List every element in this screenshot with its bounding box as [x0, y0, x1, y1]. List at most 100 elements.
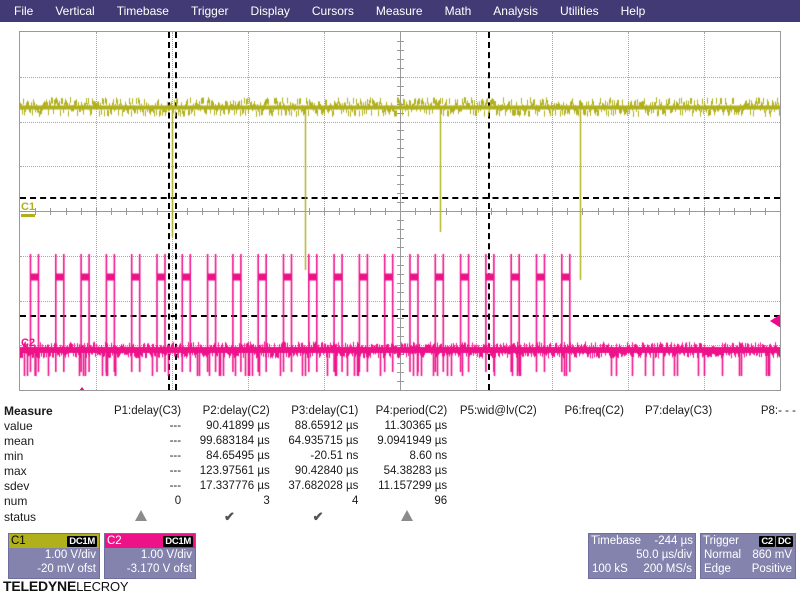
measurement-row-label: status	[0, 509, 97, 526]
measurement-row-label: sdev	[0, 479, 97, 494]
measurement-column-header-p7[interactable]: P7:delay(C3)	[628, 404, 716, 419]
measurement-cell: ---	[97, 479, 185, 494]
channel-2-scale[interactable]: 1.00 V/div	[105, 548, 195, 562]
timebase-descriptor[interactable]: Timebase -244 µs 50.0 µs/div 100 kS 200 …	[588, 533, 696, 579]
oscilloscope-screen: File Vertical Timebase Trigger Display Cursor…	[0, 0, 800, 600]
measurement-cell	[451, 419, 541, 434]
measurement-row-sdev: sdev---17.337776 µs37.682028 µs11.157299…	[0, 479, 800, 494]
timebase-memory[interactable]: 100 kS	[592, 562, 628, 576]
waveform-channel-2	[20, 32, 780, 390]
measurement-cell: -20.51 ns	[274, 449, 363, 464]
measurement-cell	[451, 479, 541, 494]
trigger-descriptor[interactable]: Trigger C2DC Normal 860 mV Edge Positive	[700, 533, 796, 579]
menu-item-file[interactable]: File	[14, 0, 33, 22]
timebase-header: Timebase -244 µs	[589, 534, 695, 548]
channel-2-offset[interactable]: -3.170 V ofst	[105, 562, 195, 576]
channel-1-coupling[interactable]: DC1M	[67, 536, 97, 547]
measurement-cell	[628, 464, 716, 479]
timebase-title: Timebase	[591, 534, 641, 548]
measurement-status-p3: ✔	[274, 509, 363, 526]
trigger-position-marker[interactable]	[75, 387, 89, 391]
measurement-row-label: num	[0, 494, 97, 509]
channel-1-marker-bar	[21, 214, 35, 217]
channel-1-scale[interactable]: 1.00 V/div	[9, 548, 99, 562]
menu-item-display[interactable]: Display	[251, 0, 290, 22]
measurement-header-row: MeasureP1:delay(C3)P2:delay(C2)P3:delay(…	[0, 404, 800, 419]
measurement-column-header-p2[interactable]: P2:delay(C2)	[185, 404, 274, 419]
measurement-column-header-p3[interactable]: P3:delay(C1)	[274, 404, 363, 419]
menu-item-help[interactable]: Help	[621, 0, 646, 22]
check-mark-icon: ✔	[224, 509, 235, 524]
measurement-row-label: value	[0, 419, 97, 434]
trigger-coupling[interactable]: DC	[776, 536, 793, 547]
trigger-source[interactable]: C2	[759, 536, 775, 547]
measurement-cell: 11.157299 µs	[362, 479, 451, 494]
measurement-cell: 90.41899 µs	[185, 419, 274, 434]
measurement-cell	[628, 434, 716, 449]
measurement-cell	[541, 434, 628, 449]
measurement-cell: 11.30365 µs	[362, 419, 451, 434]
timebase-delay[interactable]: -244 µs	[654, 534, 693, 548]
channel-1-name: C1	[11, 534, 26, 548]
measurement-status-p4	[362, 509, 451, 526]
trigger-level[interactable]: 860 mV	[752, 548, 792, 562]
measurement-column-header-p1[interactable]: P1:delay(C3)	[97, 404, 185, 419]
trigger-type[interactable]: Edge	[704, 562, 731, 576]
menu-item-utilities[interactable]: Utilities	[560, 0, 599, 22]
menu-item-timebase[interactable]: Timebase	[117, 0, 169, 22]
measurement-cell	[541, 449, 628, 464]
channel-2-descriptor[interactable]: C2 DC1M 1.00 V/div -3.170 V ofst	[104, 533, 196, 579]
trigger-level-marker[interactable]	[770, 314, 781, 328]
channel-1-descriptor[interactable]: C1 DC1M 1.00 V/div -20 mV ofst	[8, 533, 100, 579]
measurement-cell	[541, 479, 628, 494]
measurement-cell: 84.65495 µs	[185, 449, 274, 464]
channel-2-coupling[interactable]: DC1M	[163, 536, 193, 547]
menu-bar: File Vertical Timebase Trigger Display Cursor…	[0, 0, 800, 22]
trigger-mode-level: Normal 860 mV	[701, 548, 795, 562]
waveform-grid[interactable]: C1 C2	[19, 31, 781, 391]
measurement-cell: 96	[362, 494, 451, 509]
measurement-cell	[716, 464, 800, 479]
measurement-status-p7	[628, 509, 716, 526]
measurement-grid: MeasureP1:delay(C3)P2:delay(C2)P3:delay(…	[0, 404, 800, 526]
measurement-cell	[541, 464, 628, 479]
measurement-cell: 37.682028 µs	[274, 479, 363, 494]
menu-item-analysis[interactable]: Analysis	[493, 0, 538, 22]
channel-1-offset[interactable]: -20 mV ofst	[9, 562, 99, 576]
measurement-cell: 54.38283 µs	[362, 464, 451, 479]
measurement-column-header-p5[interactable]: P5:wid@lv(C2)	[451, 404, 541, 419]
timebase-sample-rate[interactable]: 200 MS/s	[643, 562, 692, 576]
measure-title: Measure	[0, 404, 97, 419]
measurement-cell	[716, 449, 800, 464]
warning-triangle-icon	[401, 510, 413, 521]
measurement-cell	[628, 419, 716, 434]
measurement-cell	[628, 449, 716, 464]
measurement-cell: 123.97561 µs	[185, 464, 274, 479]
measurement-status-p8	[716, 509, 800, 526]
check-mark-icon: ✔	[313, 509, 324, 524]
measurement-column-header-p4[interactable]: P4:period(C2)	[362, 404, 451, 419]
measurement-cell	[541, 494, 628, 509]
measurement-row-label: max	[0, 464, 97, 479]
channel-1-offset-marker[interactable]: C1	[21, 202, 35, 217]
menu-item-vertical[interactable]: Vertical	[55, 0, 94, 22]
measurement-cell: 9.0941949 µs	[362, 434, 451, 449]
trigger-type-slope: Edge Positive	[701, 562, 795, 576]
warning-triangle-icon	[135, 510, 147, 521]
trigger-header: Trigger C2DC	[701, 534, 795, 548]
trigger-slope[interactable]: Positive	[752, 562, 792, 576]
measurement-cell: 64.935715 µs	[274, 434, 363, 449]
measurement-column-header-p8[interactable]: P8:- - -	[716, 404, 800, 419]
channel-2-offset-marker[interactable]: C2	[21, 338, 35, 353]
measurement-cell: 99.683184 µs	[185, 434, 274, 449]
menu-item-cursors[interactable]: Cursors	[312, 0, 354, 22]
menu-item-measure[interactable]: Measure	[376, 0, 423, 22]
trigger-mode[interactable]: Normal	[704, 548, 741, 562]
timebase-scale[interactable]: 50.0 µs/div	[589, 548, 695, 562]
menu-item-trigger[interactable]: Trigger	[191, 0, 229, 22]
menu-item-math[interactable]: Math	[445, 0, 472, 22]
measurement-column-header-p6[interactable]: P6:freq(C2)	[541, 404, 628, 419]
measurement-cell: ---	[97, 464, 185, 479]
measurement-cell: 3	[185, 494, 274, 509]
measurement-cell: 0	[97, 494, 185, 509]
